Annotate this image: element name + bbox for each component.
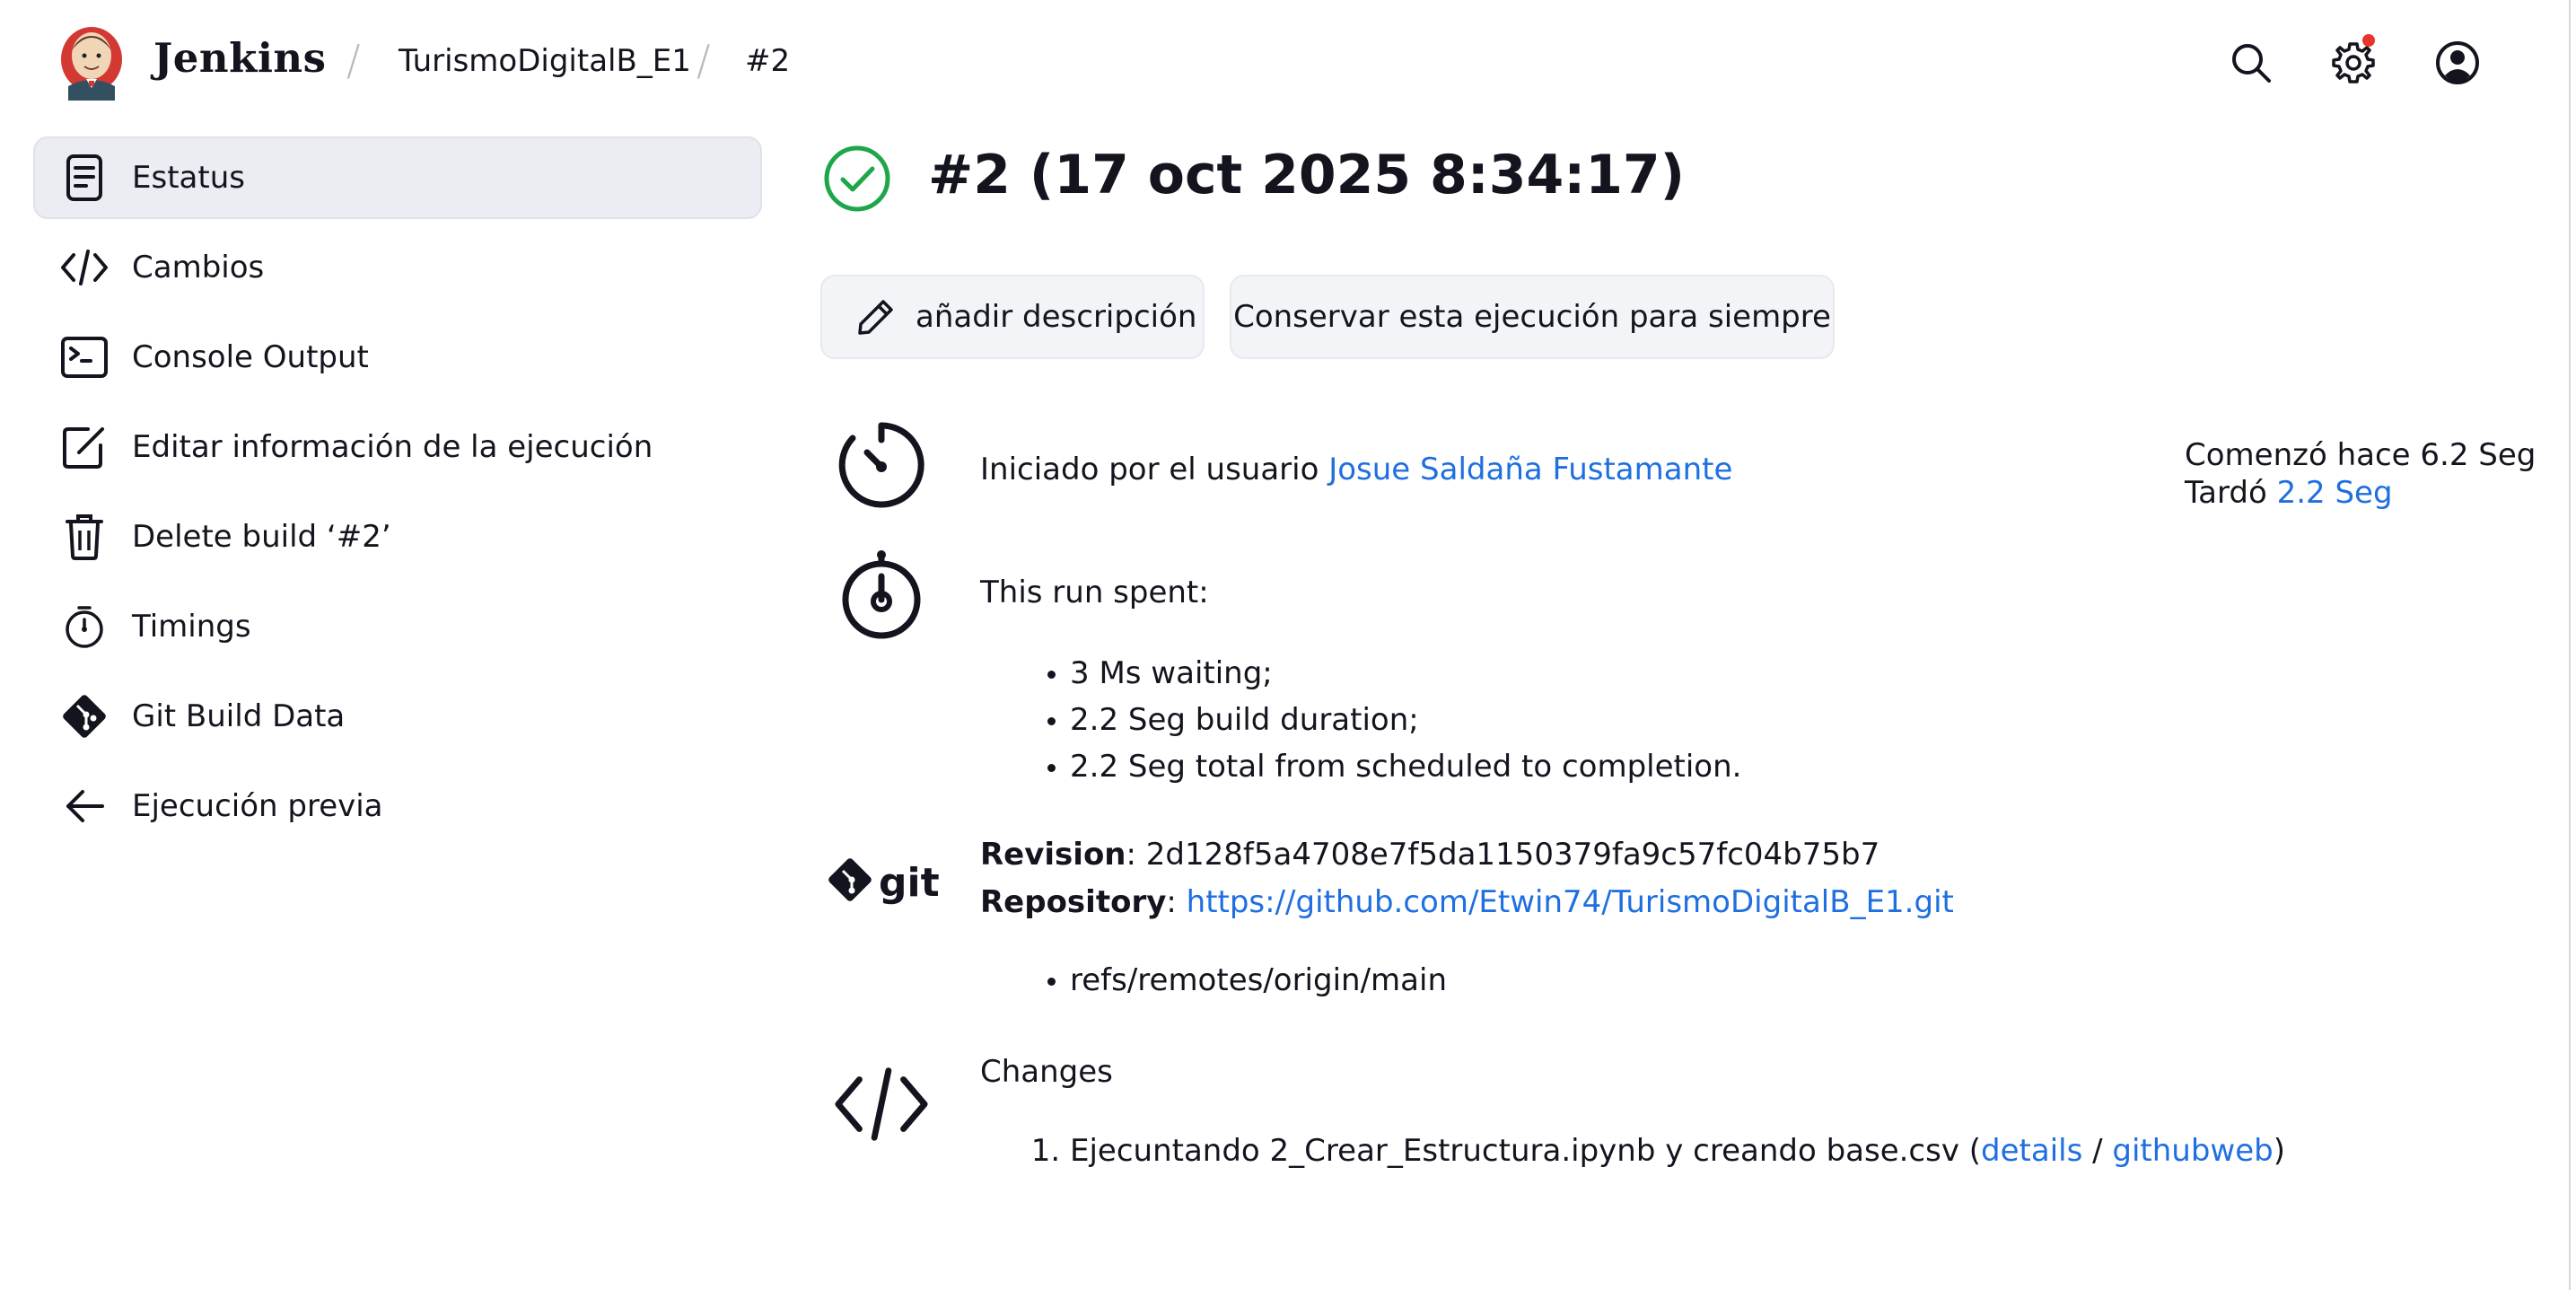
sidebar-item-estatus[interactable]: Estatus	[33, 136, 762, 219]
notification-badge	[2362, 34, 2375, 47]
breadcrumb-separator: /	[697, 36, 711, 84]
run-spent-heading: This run spent:	[980, 575, 1209, 610]
stopwatch-icon	[833, 546, 930, 643]
revision-value: : 2d128f5a4708e7f5da1150379fa9c57fc04b75…	[1126, 837, 1880, 873]
git-icon	[58, 690, 110, 742]
add-description-button[interactable]: añadir descripción	[820, 275, 1205, 359]
sidebar-item-label: Git Build Data	[132, 698, 346, 734]
list-item: 3 Ms waiting;	[1070, 650, 1741, 697]
search-icon	[2232, 44, 2271, 83]
sidebar-item-label: Estatus	[132, 160, 245, 196]
branch-list: refs/remotes/origin/main	[1034, 957, 1447, 1004]
jenkins-logo[interactable]	[59, 23, 124, 102]
run-spent-list: 3 Ms waiting; 2.2 Seg build duration; 2.…	[1034, 650, 1741, 790]
header: Jenkins / TurismoDigitalB_E1 / #2	[0, 0, 2576, 126]
sidebar-item-console-output[interactable]: Console Output	[33, 316, 762, 399]
success-check-icon	[822, 144, 892, 214]
started-ago-text: Comenzó hace 6.2 Seg	[2185, 437, 2537, 473]
user-account-icon	[2436, 41, 2479, 84]
took-prefix: Tardó	[2185, 475, 2277, 511]
changes-list: Ejecuntando 2_Crear_Estructura.ipynb y c…	[1034, 1128, 2285, 1174]
took-duration-link[interactable]: 2.2 Seg	[2277, 475, 2393, 511]
sidebar-item-cambios[interactable]: Cambios	[33, 226, 762, 309]
arrow-left-icon	[58, 780, 110, 832]
code-icon	[833, 1056, 930, 1153]
trash-icon	[58, 511, 110, 563]
settings-button[interactable]	[2323, 32, 2384, 93]
keep-forever-label: Conservar esta ejecución para siempre	[1233, 299, 1831, 335]
repository-line: Repository: https://github.com/Etwin74/T…	[980, 884, 1954, 920]
change-message: Ejecuntando 2_Crear_Estructura.ipynb y c…	[1070, 1133, 1982, 1169]
git-logo-text: git	[879, 860, 940, 906]
keep-forever-button[interactable]: Conservar esta ejecución para siempre	[1230, 275, 1835, 359]
sidebar-item-label: Editar información de la ejecución	[132, 429, 653, 465]
breadcrumb-project[interactable]: TurismoDigitalB_E1	[399, 43, 691, 79]
breadcrumb-build[interactable]: #2	[745, 43, 790, 79]
repository-url-link[interactable]: https://github.com/Etwin74/TurismoDigita…	[1187, 884, 1954, 920]
change-details-link[interactable]: details	[1981, 1133, 2082, 1169]
search-button[interactable]	[2221, 32, 2282, 93]
started-by-user-link[interactable]: Josue Saldaña Fustamante	[1328, 452, 1732, 487]
sidebar-item-delete-build[interactable]: Delete build ‘#2’	[33, 496, 762, 578]
sidebar-item-label: Cambios	[132, 250, 265, 285]
repository-label: Repository	[980, 884, 1167, 920]
pencil-icon	[856, 297, 896, 337]
started-by-text: Iniciado por el usuario Josue Saldaña Fu…	[980, 452, 1732, 487]
repository-separator: :	[1166, 884, 1187, 920]
sidebar-item-git-build-data[interactable]: Git Build Data	[33, 675, 762, 758]
document-icon	[58, 152, 110, 204]
list-item: refs/remotes/origin/main	[1070, 957, 1447, 1004]
change-separator: /	[2082, 1133, 2113, 1169]
clock-icon	[833, 417, 930, 513]
git-logo-icon: git	[826, 835, 942, 932]
add-description-label: añadir descripción	[916, 299, 1197, 335]
sidebar-item-label: Timings	[132, 609, 251, 645]
terminal-icon	[58, 331, 110, 383]
sidebar-item-edit-build-info[interactable]: Editar información de la ejecución	[33, 406, 762, 488]
sidebar-item-label: Console Output	[132, 339, 369, 375]
breadcrumb-separator: /	[346, 36, 361, 84]
sidebar-item-label: Ejecución previa	[132, 788, 383, 824]
gear-icon	[2332, 42, 2375, 83]
change-githubweb-link[interactable]: githubweb	[2112, 1133, 2273, 1169]
list-item: 2.2 Seg total from scheduled to completi…	[1070, 743, 1741, 790]
took-text: Tardó 2.2 Seg	[2185, 474, 2536, 512]
user-account-button[interactable]	[2427, 32, 2488, 93]
stopwatch-icon	[58, 601, 110, 653]
change-close-paren: )	[2273, 1133, 2286, 1169]
brand-name[interactable]: Jenkins	[153, 34, 326, 82]
build-timing-info: Comenzó hace 6.2 Seg Tardó 2.2 Seg	[2185, 436, 2536, 512]
list-item: Ejecuntando 2_Crear_Estructura.ipynb y c…	[1070, 1128, 2285, 1174]
revision-line: Revision: 2d128f5a4708e7f5da1150379fa9c5…	[980, 837, 1879, 873]
code-icon	[58, 241, 110, 294]
changes-heading: Changes	[980, 1054, 1113, 1090]
sidebar-item-timings[interactable]: Timings	[33, 585, 762, 668]
page-title: #2 (17 oct 2025 8:34:17)	[928, 144, 1686, 206]
sidebar: Estatus Cambios Console Output Editar in…	[33, 136, 762, 855]
list-item: 2.2 Seg build duration;	[1070, 697, 1741, 743]
sidebar-item-label: Delete build ‘#2’	[132, 519, 391, 555]
edit-icon	[58, 421, 110, 473]
sidebar-item-previous-build[interactable]: Ejecución previa	[33, 765, 762, 847]
started-by-prefix: Iniciado por el usuario	[980, 452, 1329, 487]
window-edge	[2569, 0, 2571, 1290]
revision-label: Revision	[980, 837, 1126, 873]
